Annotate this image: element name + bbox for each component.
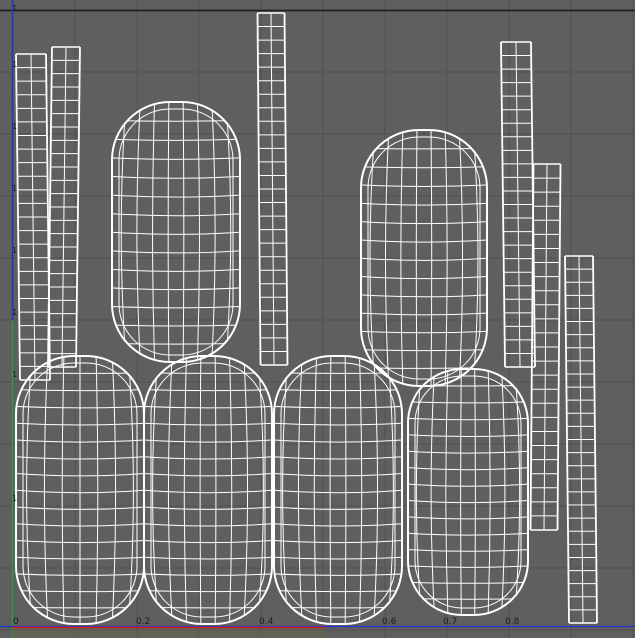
uv-shell-bean-1[interactable]	[108, 98, 244, 366]
u-tick-label: 0	[13, 617, 19, 627]
uv-shell-pad-3[interactable]	[270, 352, 406, 628]
v-tick-label: 1	[12, 308, 18, 317]
u-axis-shade	[12, 629, 325, 638]
uv-shell-strip-5[interactable]	[529, 163, 562, 531]
u-tick-label: 0.4	[259, 617, 274, 627]
u-tick-label: 0.7	[443, 617, 458, 627]
v-tick-label: 1	[12, 494, 18, 503]
uv-shell-strip-4[interactable]	[500, 41, 536, 368]
uv-canvas[interactable]	[0, 0, 635, 638]
u-tick-label: 0.8	[505, 617, 520, 627]
u-tick-label: 0.2	[136, 617, 151, 627]
uv-shell-pad-2[interactable]	[140, 352, 276, 628]
u-tick-label: 0.6	[382, 617, 397, 627]
v-tick-label: 1	[12, 370, 18, 379]
uv-editor-viewport[interactable]: 0 0.2 0.4 0.6 0.7 0.8 1 1 1 1 1 1 1 1	[0, 0, 635, 638]
v-tick-label: 1	[12, 60, 18, 69]
v-tick-label: 1	[12, 246, 18, 255]
v-tick-label: 1	[12, 184, 18, 193]
v-tick-label: 1	[12, 122, 18, 131]
v-tick-label: 1	[12, 4, 18, 13]
uv-shell-bean-3[interactable]	[404, 365, 532, 619]
uv-shell-pad-1[interactable]	[12, 352, 148, 628]
uv-shell-strip-1[interactable]	[15, 53, 51, 381]
uv-shell-strip-3[interactable]	[256, 12, 289, 366]
